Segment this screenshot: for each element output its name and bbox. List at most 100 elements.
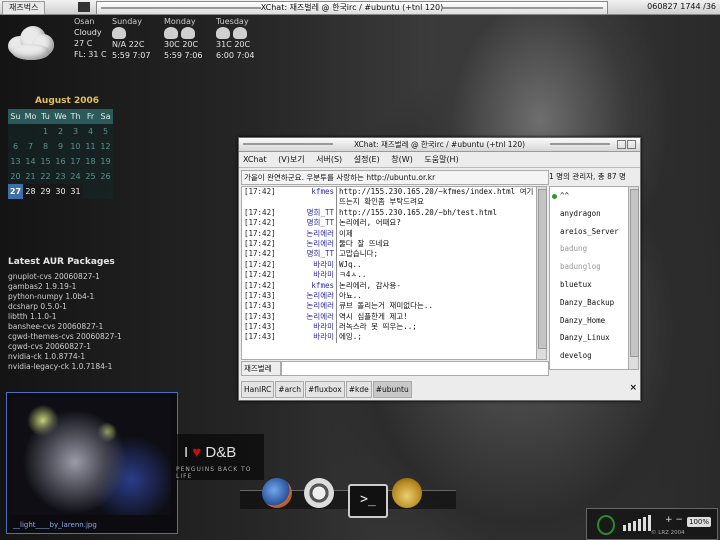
- aur-package-item[interactable]: gnuplot-cvs 20060827-1: [8, 272, 168, 282]
- aur-package-item[interactable]: nvidia-legacy-ck 1.0.7184-1: [8, 362, 168, 372]
- menu-server[interactable]: 서버(S): [316, 155, 342, 164]
- scrollbar-thumb[interactable]: [630, 189, 639, 357]
- calendar-day[interactable]: [83, 184, 98, 199]
- user-list-item[interactable]: develog: [550, 347, 628, 365]
- chat-nick[interactable]: 명희_TT: [282, 249, 334, 259]
- aur-package-item[interactable]: libtth 1.1.0-1: [8, 312, 168, 322]
- menu-view[interactable]: (V)보기: [278, 155, 304, 164]
- calendar-day[interactable]: 30: [53, 184, 68, 199]
- calendar-day[interactable]: [98, 184, 113, 199]
- chat-nick[interactable]: 논리에러: [282, 291, 334, 301]
- calendar-day[interactable]: 21: [23, 169, 38, 184]
- calendar-day[interactable]: 23: [53, 169, 68, 184]
- xchat-titlebar[interactable]: XChat: 재즈벌레 @ 한국irc / #ubuntu (+tnl 120): [239, 138, 640, 152]
- calendar-day[interactable]: 4: [83, 124, 98, 139]
- channel-tab[interactable]: #fluxbox: [304, 381, 345, 398]
- nick-button[interactable]: 재즈벌레: [241, 361, 281, 376]
- minimize-icon[interactable]: [617, 140, 626, 149]
- calendar-day[interactable]: 14: [23, 154, 38, 169]
- user-list-item[interactable]: areios_Server: [550, 223, 628, 241]
- user-list-item[interactable]: dise`afk: [550, 365, 628, 370]
- chat-nick[interactable]: 논리에러: [282, 312, 334, 322]
- menu-settings[interactable]: 설정(E): [354, 155, 380, 164]
- calendar-day[interactable]: 5: [98, 124, 113, 139]
- user-list-item[interactable]: Danzy_Home: [550, 312, 628, 330]
- aur-package-item[interactable]: cgwd-themes-cvs 20060827-1: [8, 332, 168, 342]
- workspace-button[interactable]: 재즈벅스: [2, 1, 46, 15]
- aur-package-item[interactable]: nvidia-ck 1.0.8774-1: [8, 352, 168, 362]
- userlist-scrollbar[interactable]: [628, 186, 639, 370]
- calendar-day[interactable]: 2: [53, 124, 68, 139]
- chat-client-icon[interactable]: [392, 478, 422, 508]
- pager-icon[interactable]: [78, 2, 90, 12]
- calendar-day[interactable]: 26: [98, 169, 113, 184]
- calendar-day[interactable]: [8, 124, 23, 139]
- active-window-button[interactable]: XChat: 재즈벌레 @ 한국irc / #ubuntu (+tnl 120): [96, 1, 608, 15]
- chat-scrollbar[interactable]: [536, 186, 547, 360]
- topic-field[interactable]: 가을이 완연하군요. 우분투를 사랑하는 http://ubuntu.or.kr: [241, 170, 549, 185]
- calendar-day[interactable]: 15: [38, 154, 53, 169]
- channel-tab[interactable]: #ubuntu: [372, 381, 412, 398]
- user-list-item[interactable]: badung: [550, 240, 628, 258]
- calendar-day[interactable]: 17: [68, 154, 83, 169]
- volume-buttons[interactable]: + −: [665, 515, 683, 525]
- aur-package-item[interactable]: gambas2 1.9.19-1: [8, 282, 168, 292]
- user-list-item[interactable]: bluetux: [550, 276, 628, 294]
- browser-icon[interactable]: [262, 478, 292, 508]
- chat-nick[interactable]: 명희_TT: [282, 208, 334, 218]
- music-player-icon[interactable]: [304, 478, 334, 508]
- chat-nick[interactable]: 명희_TT: [282, 218, 334, 228]
- aur-package-item[interactable]: cgwd-cvs 20060827-1: [8, 342, 168, 352]
- chat-nick[interactable]: kfmes: [282, 187, 334, 197]
- channel-tab[interactable]: #arch: [275, 381, 304, 398]
- calendar-day[interactable]: 6: [8, 139, 23, 154]
- calendar-day[interactable]: 31: [68, 184, 83, 199]
- wallpaper-preview[interactable]: __light____by_larenn.jpg: [6, 392, 178, 534]
- calendar-day[interactable]: 29: [38, 184, 53, 199]
- calendar-day[interactable]: 13: [8, 154, 23, 169]
- calendar-day[interactable]: [23, 124, 38, 139]
- calendar-day[interactable]: 9: [53, 139, 68, 154]
- chat-nick[interactable]: 바라미: [282, 260, 334, 270]
- chat-nick[interactable]: 바라미: [282, 322, 334, 332]
- calendar-day[interactable]: 11: [83, 139, 98, 154]
- calendar-day[interactable]: 20: [8, 169, 23, 184]
- calendar-day[interactable]: 7: [23, 139, 38, 154]
- message-input[interactable]: [281, 361, 549, 376]
- channel-tab[interactable]: HanIRC: [241, 381, 275, 398]
- calendar-day[interactable]: 8: [38, 139, 53, 154]
- calendar-day[interactable]: 27: [8, 184, 23, 199]
- chat-nick[interactable]: kfmes: [282, 281, 334, 291]
- calendar-day[interactable]: 25: [83, 169, 98, 184]
- power-icon[interactable]: [597, 515, 615, 535]
- calendar-day[interactable]: 28: [23, 184, 38, 199]
- calendar-day[interactable]: 10: [68, 139, 83, 154]
- calendar-day[interactable]: 19: [98, 154, 113, 169]
- calendar-day[interactable]: 16: [53, 154, 68, 169]
- user-list-item[interactable]: Danzy_Backup: [550, 294, 628, 312]
- calendar-day[interactable]: 24: [68, 169, 83, 184]
- chat-nick[interactable]: 바라미: [282, 270, 334, 280]
- calendar-day[interactable]: 1: [38, 124, 53, 139]
- user-list-item[interactable]: badunglog: [550, 258, 628, 276]
- aur-package-item[interactable]: banshee-cvs 20060827-1: [8, 322, 168, 332]
- aur-package-item[interactable]: python-numpy 1.0b4-1: [8, 292, 168, 302]
- chat-log[interactable]: [17:42] kfmes http://155.230.165.20/~kfmes…: [241, 186, 537, 360]
- menu-window[interactable]: 창(W): [391, 155, 413, 164]
- user-list[interactable]: ^^ anydragon areios_Server badung badunglog b…: [549, 186, 629, 370]
- aur-package-item[interactable]: dcsharp 0.5.0-1: [8, 302, 168, 312]
- close-icon[interactable]: [627, 140, 636, 149]
- user-list-item[interactable]: Danzy_Linux: [550, 329, 628, 347]
- chat-nick[interactable]: 논리에러: [282, 229, 334, 239]
- close-tab-button[interactable]: ×: [629, 383, 637, 393]
- channel-tab[interactable]: #kde: [345, 381, 372, 398]
- menu-xchat[interactable]: XChat: [243, 155, 267, 164]
- chat-nick[interactable]: 논리에러: [282, 301, 334, 311]
- menu-help[interactable]: 도움말(H): [424, 155, 458, 164]
- user-list-item[interactable]: anydragon: [550, 205, 628, 223]
- calendar-day[interactable]: 22: [38, 169, 53, 184]
- calendar-day[interactable]: 18: [83, 154, 98, 169]
- calendar-day[interactable]: 12: [98, 139, 113, 154]
- chat-nick[interactable]: 바라미: [282, 332, 334, 342]
- scrollbar-thumb[interactable]: [538, 189, 547, 349]
